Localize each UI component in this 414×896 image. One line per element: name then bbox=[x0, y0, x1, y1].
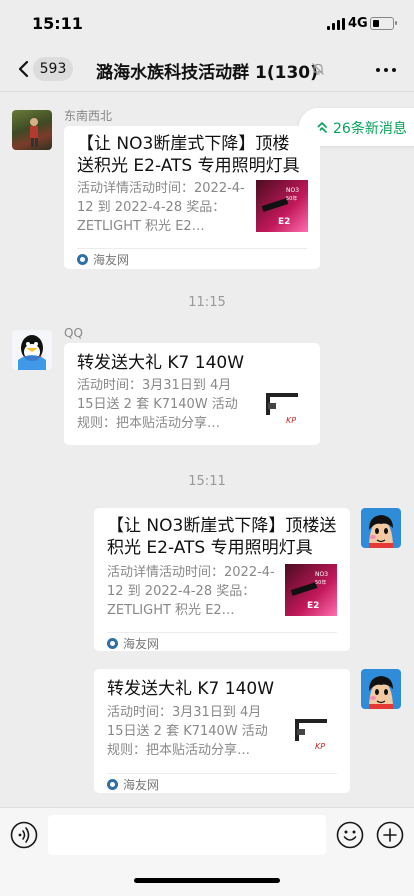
card-divider bbox=[107, 773, 337, 774]
link-card[interactable]: 【让 NO3断崖式下降】顶楼送积光 E2-ATS 专用照明灯具 活动详情活动时间… bbox=[94, 508, 350, 651]
nav-bar: 593 潞海水族科技活动群 1(130) bbox=[0, 48, 414, 92]
card-thumbnail: KP bbox=[256, 381, 308, 433]
card-source: 海友网 bbox=[107, 776, 159, 793]
source-logo-icon bbox=[77, 254, 88, 265]
source-logo-icon bbox=[107, 779, 118, 790]
message-input[interactable] bbox=[48, 815, 326, 855]
svg-text:NO3: NO3 bbox=[315, 571, 328, 578]
mute-icon bbox=[312, 63, 324, 75]
more-icon[interactable] bbox=[376, 68, 396, 72]
sender-name: QQ bbox=[64, 326, 83, 340]
emoji-icon[interactable] bbox=[336, 821, 364, 849]
card-description: 活动时间：3月31日到 4月15日送 2 套 K7140W 活动规则：把本贴活动… bbox=[107, 705, 268, 758]
source-logo-icon bbox=[107, 638, 118, 649]
svg-text:E2: E2 bbox=[278, 217, 290, 227]
chat-title: 潞海水族科技活动群 1(130) bbox=[96, 63, 318, 83]
battery-icon bbox=[370, 17, 397, 30]
link-card[interactable]: 转发送大礼 K7 140W 活动时间：3月31日到 4月15日送 2 套 K71… bbox=[64, 343, 320, 445]
sender-name: 东南西北 bbox=[64, 109, 113, 123]
card-description: 活动时间：3月31日到 4月15日送 2 套 K7140W 活动规则：把本贴活动… bbox=[77, 378, 238, 431]
link-card[interactable]: 转发送大礼 K7 140W 活动时间：3月31日到 4月15日送 2 套 K71… bbox=[94, 669, 350, 793]
card-source: 海友网 bbox=[77, 251, 129, 268]
svg-text:KP: KP bbox=[286, 416, 296, 425]
timestamp: 15:11 bbox=[188, 474, 226, 489]
card-divider bbox=[77, 248, 307, 249]
voice-icon[interactable] bbox=[10, 821, 38, 849]
avatar[interactable] bbox=[12, 110, 52, 150]
network-type: 4G bbox=[348, 16, 368, 31]
card-source: 海友网 bbox=[107, 635, 159, 652]
card-title: 【让 NO3断崖式下降】顶楼送积光 E2-ATS 专用照明灯具 bbox=[107, 516, 337, 558]
new-messages-label: 26条新消息 bbox=[333, 121, 407, 137]
signal-icon bbox=[327, 18, 345, 30]
my-avatar[interactable] bbox=[361, 669, 401, 709]
svg-text:KP: KP bbox=[315, 742, 325, 751]
card-thumbnail: NO3 50年 E2 bbox=[285, 564, 337, 616]
link-card[interactable]: 【让 NO3断崖式下降】顶楼送积光 E2-ATS 专用照明灯具 活动详情活动时间… bbox=[64, 126, 320, 269]
card-description: 活动详情活动时间：2022-4-12 到 2022-4-28 奖品：ZETLIG… bbox=[77, 181, 245, 234]
avatar[interactable] bbox=[12, 330, 52, 370]
card-source-label: 海友网 bbox=[123, 637, 160, 651]
svg-text:E2: E2 bbox=[307, 601, 319, 611]
card-title: 转发送大礼 K7 140W bbox=[77, 353, 245, 373]
card-source-label: 海友网 bbox=[93, 253, 130, 267]
card-description: 活动详情活动时间：2022-4-12 到 2022-4-28 奖品：ZETLIG… bbox=[107, 565, 275, 618]
card-title: 【让 NO3断崖式下降】顶楼送积光 E2-ATS 专用照明灯具 bbox=[77, 134, 300, 176]
status-time: 15:11 bbox=[32, 14, 83, 33]
timestamp: 11:15 bbox=[188, 295, 226, 310]
card-source-label: 海友网 bbox=[123, 778, 160, 792]
status-bar: 15:11 4G bbox=[0, 0, 414, 48]
card-thumbnail: NO3 50年 E2 bbox=[256, 180, 308, 232]
svg-text:50年: 50年 bbox=[286, 195, 297, 202]
svg-text:50年: 50年 bbox=[315, 579, 326, 586]
card-divider bbox=[107, 632, 337, 633]
svg-text:NO3: NO3 bbox=[286, 187, 299, 194]
plus-icon[interactable] bbox=[376, 821, 404, 849]
home-indicator[interactable] bbox=[134, 878, 280, 883]
my-avatar[interactable] bbox=[361, 508, 401, 548]
card-title: 转发送大礼 K7 140W bbox=[107, 679, 275, 699]
card-thumbnail: KP bbox=[285, 707, 337, 759]
